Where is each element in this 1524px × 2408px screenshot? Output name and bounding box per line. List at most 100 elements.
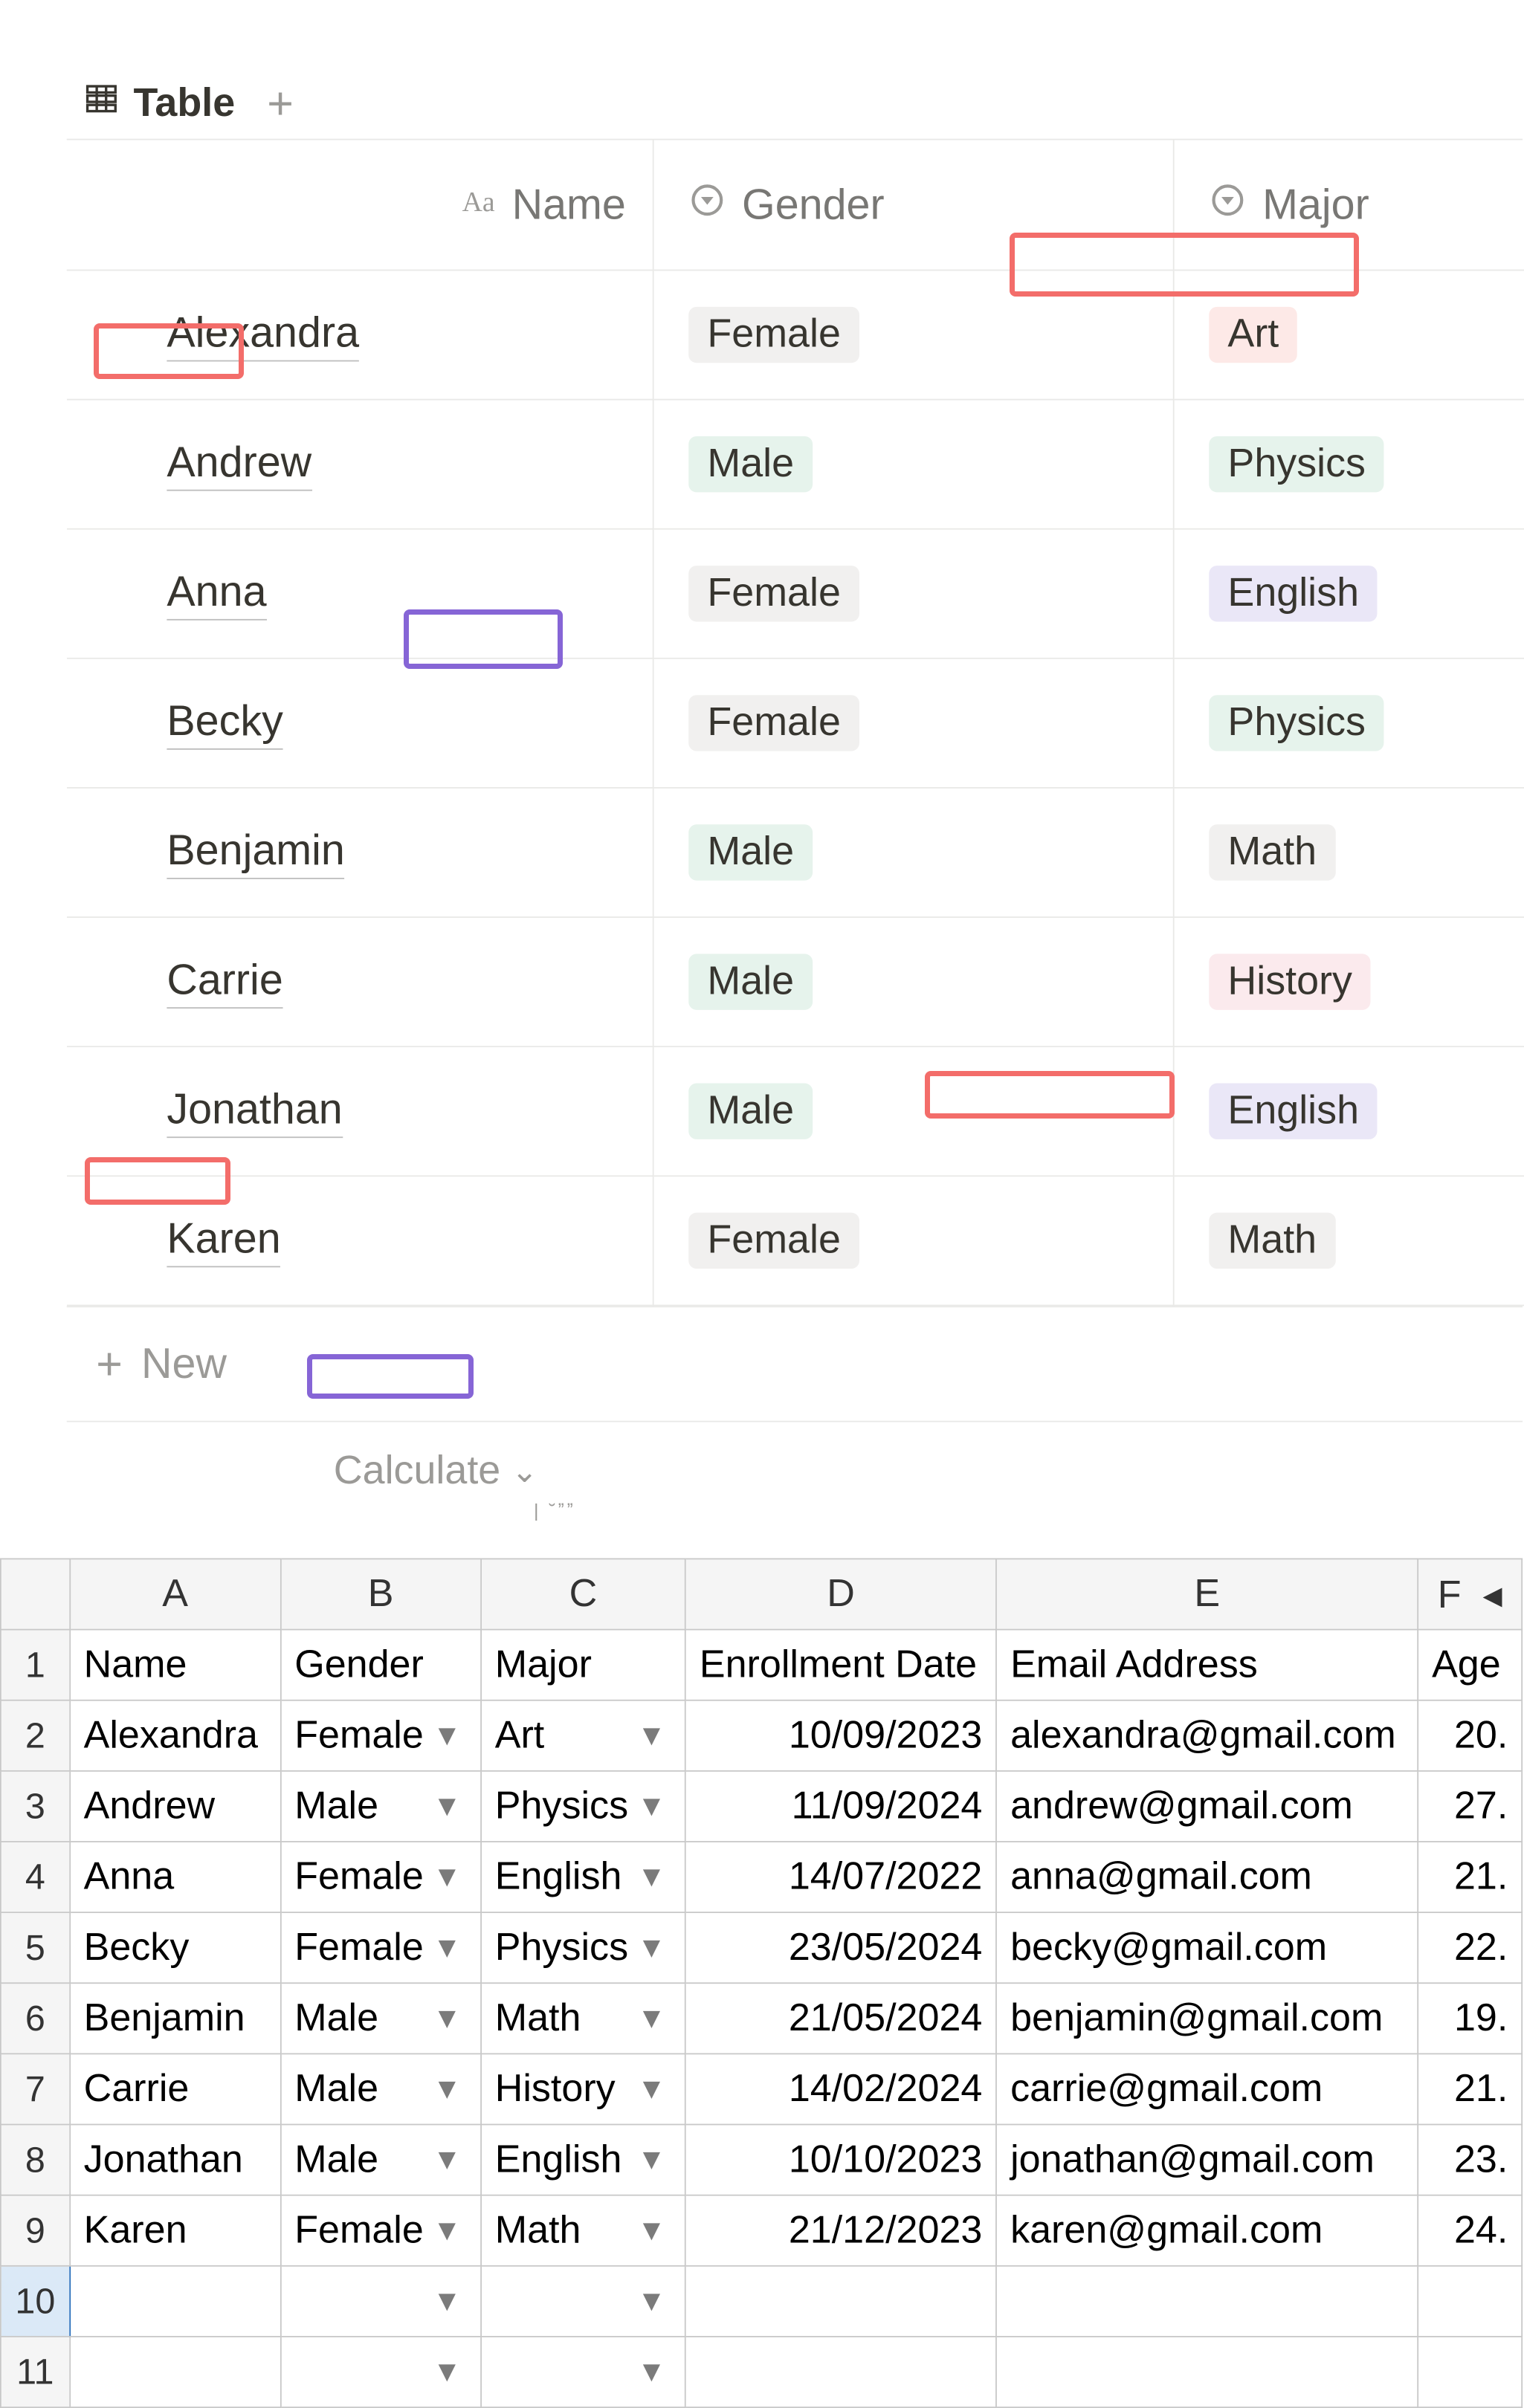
cell[interactable]: English▼ (481, 2125, 685, 2195)
col-letter-a[interactable]: A (70, 1559, 281, 1629)
cell[interactable]: Female▼ (280, 1912, 481, 1983)
row-number[interactable]: 6 (1, 1983, 70, 2053)
cell-name[interactable]: Carrie (67, 918, 654, 1047)
cell[interactable]: jonathan@gmail.com (996, 2125, 1418, 2195)
cell[interactable]: 27. (1418, 1771, 1522, 1842)
cell[interactable]: Gender (280, 1630, 481, 1700)
table-row[interactable]: BenjaminMaleMathMay 21, 2024benjamin@gma… (67, 789, 1523, 918)
cell[interactable]: Age (1418, 1630, 1522, 1700)
cell-gender[interactable]: Male (654, 918, 1175, 1047)
cell[interactable]: Art▼ (481, 1700, 685, 1771)
cell-name[interactable]: Karen (67, 1177, 654, 1306)
corner-cell[interactable] (1, 1559, 70, 1629)
dropdown-icon[interactable]: ▼ (433, 2354, 467, 2389)
row-number[interactable]: 5 (1, 1912, 70, 1983)
cell-major[interactable]: English (1175, 1047, 1524, 1177)
dropdown-icon[interactable]: ▼ (433, 2143, 467, 2178)
cell[interactable]: 11/09/2024 (685, 1771, 996, 1842)
cell[interactable]: Female▼ (280, 1842, 481, 1912)
cell[interactable]: 20. (1418, 1700, 1522, 1771)
cell[interactable]: Andrew (70, 1771, 281, 1842)
cell[interactable]: anna@gmail.com (996, 1842, 1418, 1912)
cell-name[interactable]: Benjamin (67, 789, 654, 918)
cell-gender[interactable]: Male (654, 789, 1175, 918)
col-header-gender[interactable]: Gender (654, 140, 1175, 271)
dropdown-icon[interactable]: ▼ (433, 1930, 467, 1965)
cell[interactable]: Physics▼ (481, 1771, 685, 1842)
cell-name[interactable]: Andrew (67, 401, 654, 530)
cell[interactable]: 14/07/2022 (685, 1842, 996, 1912)
row-number[interactable]: 1 (1, 1630, 70, 1700)
table-row[interactable]: JonathanMaleEnglishOctober 10, 2023jonat… (67, 1047, 1523, 1177)
cell[interactable]: History▼ (481, 2053, 685, 2124)
col-header-major[interactable]: Major (1175, 140, 1524, 271)
row-number[interactable]: 7 (1, 2053, 70, 2124)
cell[interactable]: Benjamin (70, 1983, 281, 2053)
col-header-name[interactable]: Aa Name (67, 140, 654, 271)
cell-gender[interactable]: Male (654, 1047, 1175, 1177)
table-row[interactable]: BeckyFemalePhysicsMay 23, 2024becky@gmai… (67, 659, 1523, 789)
cell-major[interactable]: English (1175, 530, 1524, 659)
cell[interactable]: Anna (70, 1842, 281, 1912)
cell[interactable]: Enrollment Date (685, 1630, 996, 1700)
cell[interactable]: Male▼ (280, 2053, 481, 2124)
cell[interactable]: karen@gmail.com (996, 2195, 1418, 2266)
cell[interactable]: andrew@gmail.com (996, 1771, 1418, 1842)
dropdown-icon[interactable]: ▼ (637, 2284, 671, 2319)
cell[interactable]: Female▼ (280, 1700, 481, 1771)
cell[interactable]: Karen (70, 2195, 281, 2266)
dropdown-icon[interactable]: ▼ (433, 2001, 467, 2036)
row-number[interactable]: 9 (1, 2195, 70, 2266)
cell[interactable]: Math▼ (481, 1983, 685, 2053)
cell-gender[interactable]: Male (654, 401, 1175, 530)
table-row[interactable]: AlexandraFemaleArtSeptember 10, 2023alex… (67, 271, 1523, 400)
cell[interactable] (70, 2337, 281, 2407)
cell[interactable] (1418, 2266, 1522, 2337)
add-view-button[interactable]: + (267, 81, 294, 126)
dropdown-icon[interactable]: ▼ (637, 1789, 671, 1824)
row-number[interactable]: 4 (1, 1842, 70, 1912)
col-letter-f[interactable]: F ◂ (1418, 1559, 1522, 1629)
cell[interactable]: Carrie (70, 2053, 281, 2124)
cell[interactable]: Female▼ (280, 2195, 481, 2266)
row-number[interactable]: 11 (1, 2337, 70, 2407)
cell[interactable]: Alexandra (70, 1700, 281, 1771)
cell[interactable]: Major (481, 1630, 685, 1700)
cell[interactable] (996, 2337, 1418, 2407)
col-letter-b[interactable]: B (280, 1559, 481, 1629)
dropdown-icon[interactable]: ▼ (637, 2001, 671, 2036)
cell-gender[interactable]: Female (654, 530, 1175, 659)
cell[interactable]: English▼ (481, 1842, 685, 1912)
cell[interactable]: ▼ (481, 2337, 685, 2407)
row-number[interactable]: 8 (1, 2125, 70, 2195)
dropdown-icon[interactable]: ▼ (433, 1789, 467, 1824)
cell[interactable]: 10/10/2023 (685, 2125, 996, 2195)
cell[interactable] (685, 2266, 996, 2337)
new-row-button[interactable]: + New (67, 1307, 1523, 1422)
table-row[interactable]: AndrewMalePhysicsSeptember 11, 2024andre… (67, 401, 1523, 530)
table-row[interactable]: CarrieMaleHistoryFebruary 14, 2024carrie… (67, 918, 1523, 1047)
cell[interactable]: 24. (1418, 2195, 1522, 2266)
cell[interactable]: 21/05/2024 (685, 1983, 996, 2053)
table-row[interactable]: KarenFemaleMathDecember 21, 2023karen@gm… (67, 1177, 1523, 1306)
cell[interactable]: 21/12/2023 (685, 2195, 996, 2266)
dropdown-icon[interactable]: ▼ (637, 2354, 671, 2389)
row-number[interactable]: 2 (1, 1700, 70, 1771)
cell[interactable]: 19. (1418, 1983, 1522, 2053)
cell-major[interactable]: Physics (1175, 401, 1524, 530)
cell[interactable] (1418, 2337, 1522, 2407)
cell[interactable]: Jonathan (70, 2125, 281, 2195)
cell[interactable]: 10/09/2023 (685, 1700, 996, 1771)
cell-gender[interactable]: Female (654, 659, 1175, 789)
cell[interactable]: Math▼ (481, 2195, 685, 2266)
cell[interactable]: ▼ (280, 2337, 481, 2407)
cell-major[interactable]: Math (1175, 1177, 1524, 1306)
col-letter-e[interactable]: E (996, 1559, 1418, 1629)
cell[interactable]: benjamin@gmail.com (996, 1983, 1418, 2053)
cell[interactable]: 22. (1418, 1912, 1522, 1983)
cell[interactable]: alexandra@gmail.com (996, 1700, 1418, 1771)
cell-major[interactable]: Physics (1175, 659, 1524, 789)
cell[interactable]: Male▼ (280, 2125, 481, 2195)
col-letter-c[interactable]: C (481, 1559, 685, 1629)
dropdown-icon[interactable]: ▼ (637, 2143, 671, 2178)
